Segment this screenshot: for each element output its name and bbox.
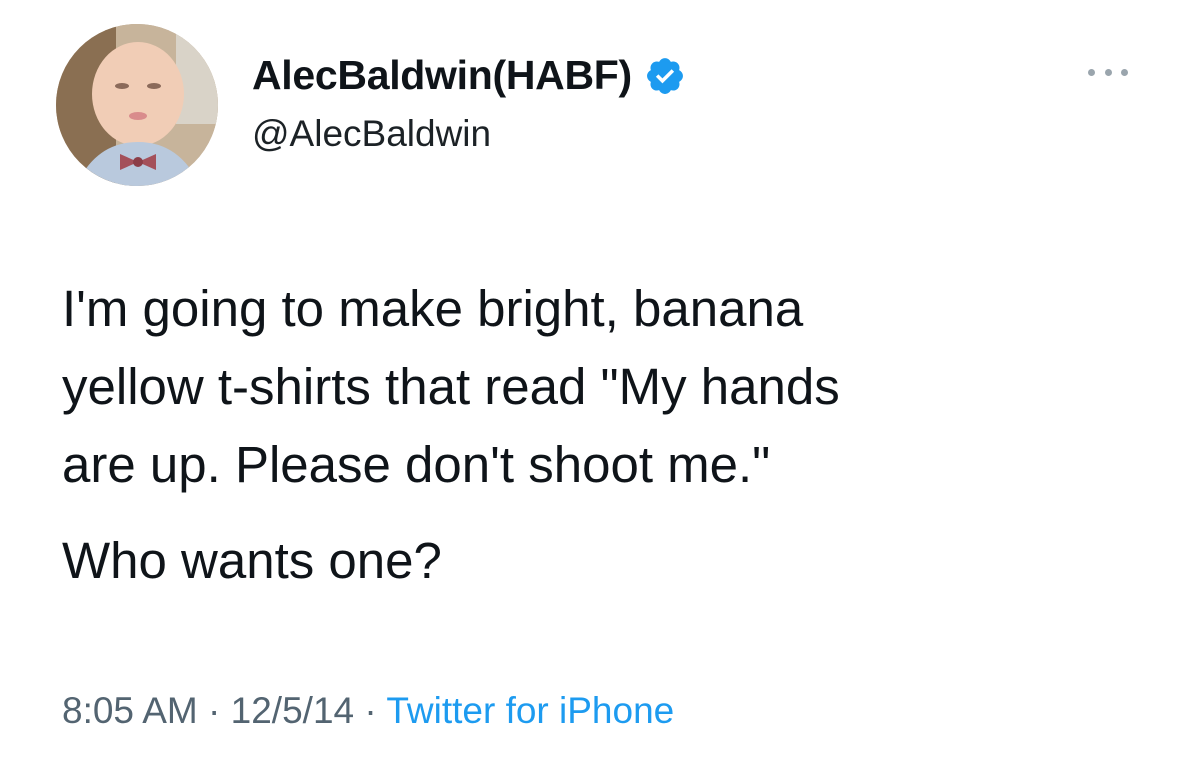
tweet-source-link[interactable]: Twitter for iPhone (386, 690, 674, 731)
more-dot (1088, 68, 1095, 76)
author-display-name[interactable]: AlecBaldwin(HABF) (252, 52, 632, 99)
more-dot (1104, 68, 1112, 76)
avatar-photo (56, 24, 218, 186)
tweet-text-line: are up. Please don't shoot me." (62, 436, 771, 493)
tweet-card: AlecBaldwin(HABF) @AlecBaldwin I'm going… (0, 0, 1200, 771)
author-name-row: AlecBaldwin(HABF) (252, 52, 686, 99)
tweet-date[interactable]: 12/5/14 (231, 690, 354, 731)
tweet-meta: 8:05 AM · 12/5/14 · Twitter for iPhone (62, 690, 674, 732)
meta-separator: · (197, 690, 231, 731)
tweet-text-line: yellow t-shirts that read "My hands (62, 358, 840, 415)
more-dot (1121, 68, 1128, 76)
more-options-icon[interactable] (1088, 58, 1128, 86)
tweet-text-second-paragraph: Who wants one? (62, 532, 442, 589)
author-handle[interactable]: @AlecBaldwin (252, 113, 491, 155)
tweet-text: I'm going to make bright, banana yellow … (62, 270, 1162, 600)
verified-badge-icon (644, 55, 686, 97)
tweet-time[interactable]: 8:05 AM (62, 690, 198, 731)
tweet-text-line: I'm going to make bright, banana (62, 280, 804, 337)
meta-separator: · (354, 690, 387, 731)
avatar[interactable] (56, 24, 218, 186)
